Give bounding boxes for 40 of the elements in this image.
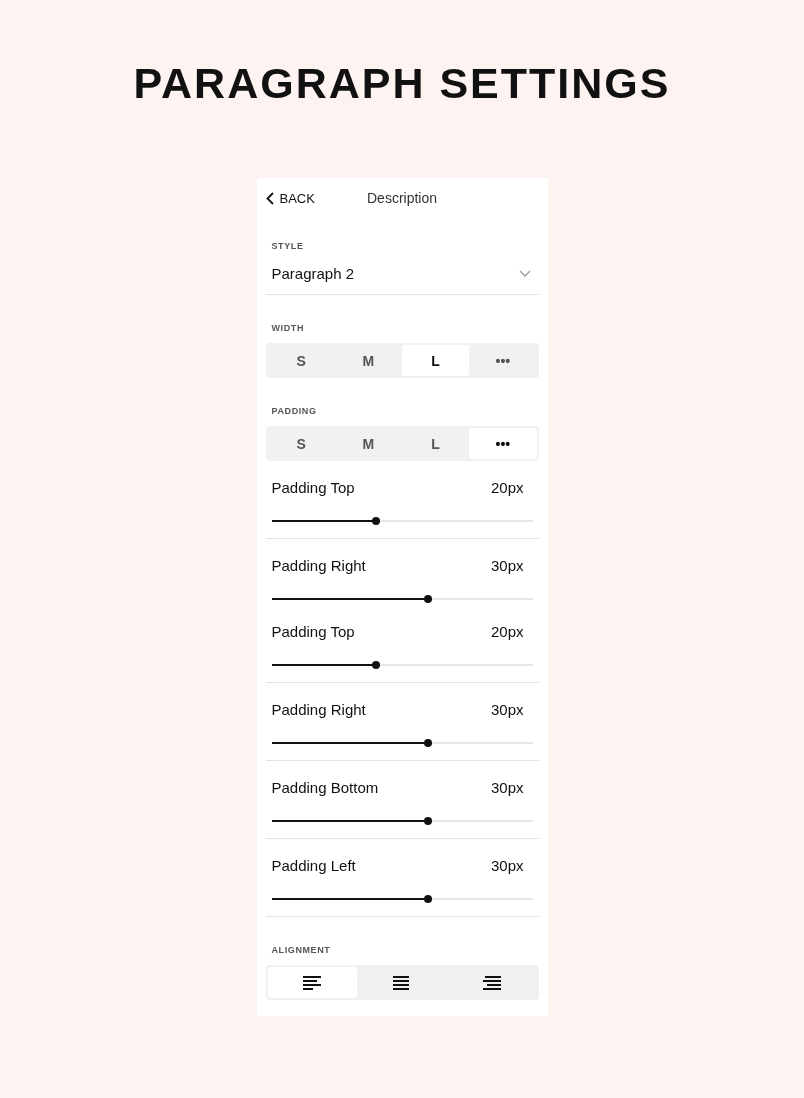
alignment-option[interactable]: [267, 967, 358, 998]
size-option[interactable]: S: [267, 345, 335, 376]
size-option[interactable]: S: [267, 428, 335, 459]
style-dropdown[interactable]: Paragraph 2: [265, 261, 539, 295]
size-option[interactable]: M: [334, 428, 402, 459]
section-label: PADDING: [270, 406, 318, 416]
slider-value: 30px: [490, 701, 524, 718]
size-option[interactable]: M: [334, 345, 402, 376]
slider-label: Padding Top: [271, 479, 355, 496]
chevron-down-icon: [518, 270, 531, 277]
slider-value: 30px: [490, 857, 524, 874]
slider-thumb[interactable]: [424, 895, 433, 903]
slider-thumb[interactable]: [371, 661, 380, 669]
panel-title: Description: [367, 190, 437, 206]
size-option[interactable]: L: [402, 345, 470, 376]
page-heading: PARAGRAPH SETTINGS: [133, 58, 671, 108]
slider-label: Padding Top: [271, 623, 355, 640]
size-option[interactable]: L: [402, 428, 470, 459]
align-left-icon: [303, 975, 322, 990]
slider-value: 20px: [490, 479, 524, 496]
section-label: WIDTH: [270, 323, 305, 333]
align-right-icon: [482, 975, 501, 990]
back-button[interactable]: BACK: [265, 188, 315, 208]
slider-thumb[interactable]: [424, 739, 433, 747]
chevron-left-icon: [265, 191, 274, 205]
slider-label: Padding Right: [271, 557, 366, 574]
align-justify-icon: [393, 975, 411, 990]
slider-label: Padding Right: [271, 701, 366, 718]
slider-label: Padding Bottom: [271, 779, 379, 796]
slider-value: 30px: [490, 779, 524, 796]
size-option[interactable]: •••: [469, 428, 537, 459]
slider-value: 20px: [490, 623, 524, 640]
slider-label: Padding Left: [271, 857, 356, 874]
slider-thumb[interactable]: [424, 817, 433, 825]
slider-thumb[interactable]: [424, 595, 433, 603]
section-label: ALIGNMENT: [270, 945, 332, 955]
section-label: STYLE: [270, 241, 305, 251]
size-option[interactable]: •••: [469, 345, 537, 376]
slider-value: 30px: [490, 557, 524, 574]
slider-thumb[interactable]: [371, 517, 380, 525]
